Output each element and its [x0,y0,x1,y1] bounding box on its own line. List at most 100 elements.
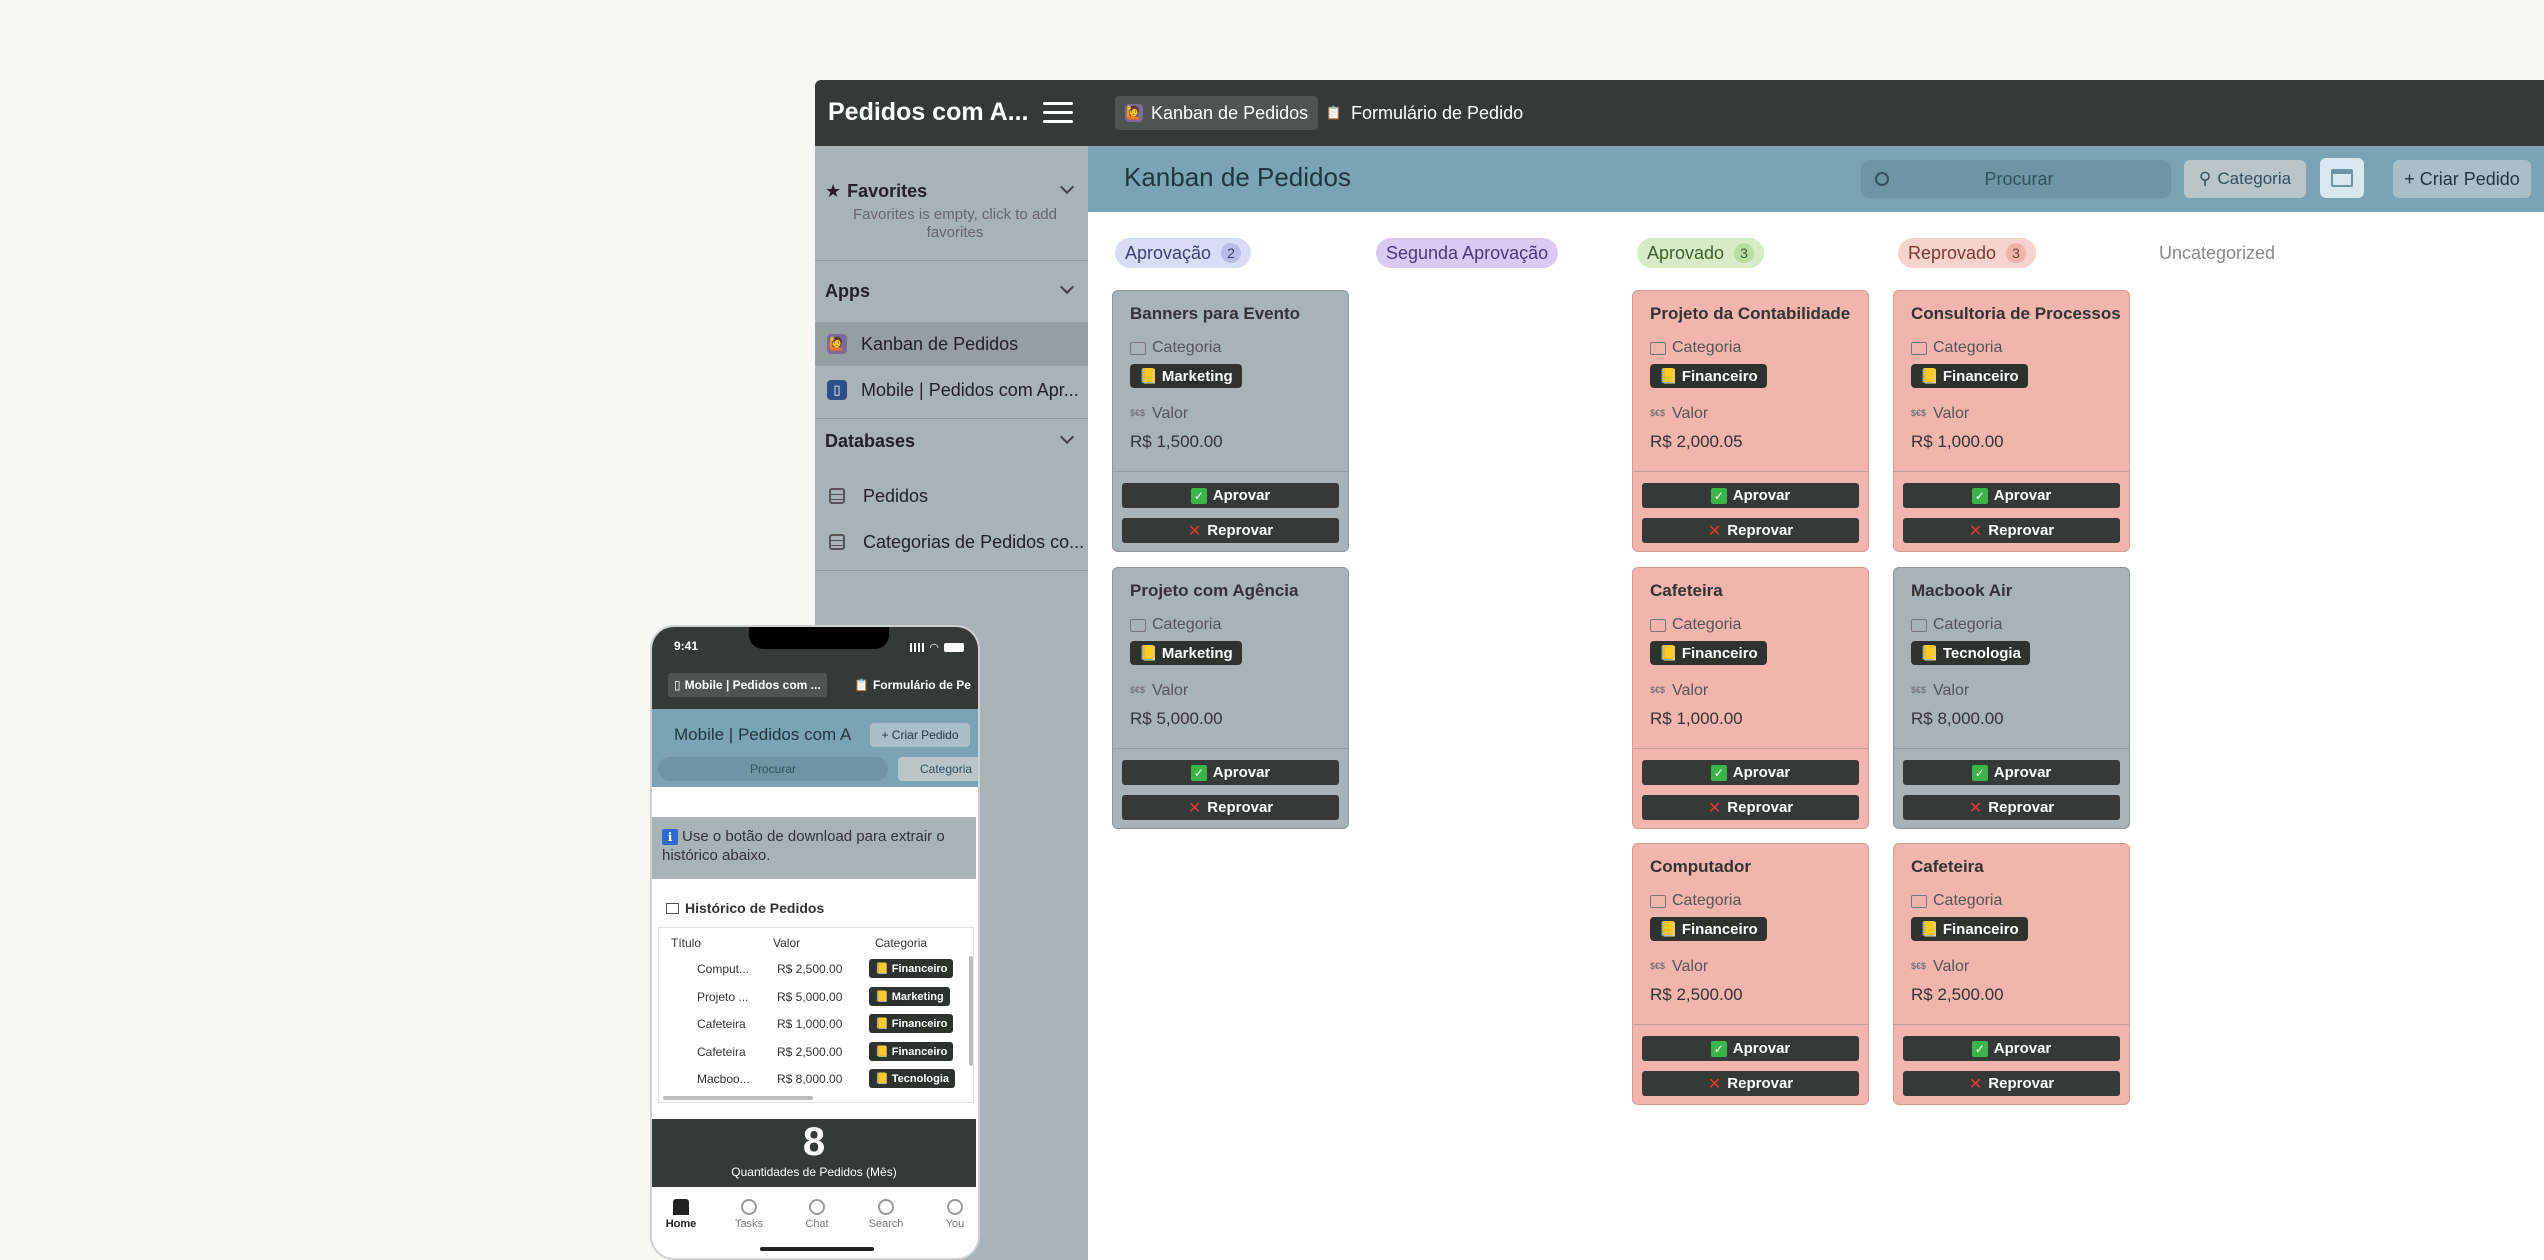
reject-button[interactable]: ✕ Reprovar [1122,518,1339,543]
approve-button[interactable]: ✓ Aprovar [1642,1036,1859,1061]
reject-button[interactable]: ✕ Reprovar [1642,518,1859,543]
chevron-down-icon[interactable] [1059,279,1075,295]
category-badge[interactable]: 📒 Tecnologia [1911,641,2030,665]
tab-formulario-de-pedido[interactable]: 📋 Formulário de Pedido [1315,96,1533,130]
card-field-label-text: Valor [1152,405,1189,422]
approve-button[interactable]: ✓ Aprovar [1122,760,1339,785]
row-title: Cafeteira [697,1017,746,1031]
vertical-scrollbar[interactable] [969,956,973,1066]
tab-label: Formulário de Pedido [1351,102,1524,123]
databases-section-header[interactable]: Databases [825,426,1078,456]
nav-item-chat[interactable]: Chat [792,1199,842,1230]
table-header[interactable]: Categoria [875,936,927,950]
kanban-card[interactable]: Banners para Evento Categoria 📒 Marketing $… [1112,290,1349,552]
sidebar-item-mobile-pedidos[interactable]: ▯ Mobile | Pedidos com Apr... [815,368,1088,412]
chevron-down-icon[interactable] [1059,429,1075,445]
card-title: Projeto com Agência [1130,581,1299,600]
reject-button[interactable]: ✕ Reprovar [1903,518,2120,543]
favorites-empty-text[interactable]: Favorites is empty, click to add favorit… [835,206,1075,242]
card-field-label: Categoria [1911,339,2002,357]
category-badge[interactable]: 📒 Financeiro [1650,641,1767,665]
phone-category-filter[interactable]: Categoria [898,757,978,781]
table-row[interactable]: Macboo... R$ 8,000.00 📒 Tecnologia [659,1066,959,1093]
search-box[interactable] [1861,160,2171,198]
table-row[interactable]: Comput... R$ 2,500.00 📒 Financeiro [659,956,959,983]
create-order-button[interactable]: + Criar Pedido [2393,160,2531,198]
tab-kanban-de-pedidos[interactable]: 🙋 Kanban de Pedidos [1115,96,1319,130]
category-badge[interactable]: 📒 Financeiro [1911,364,2028,388]
apps-section-header[interactable]: Apps [825,276,1078,306]
table-header[interactable]: Título [671,936,701,950]
divider [1894,471,2129,472]
reject-button[interactable]: ✕ Reprovar [1903,795,2120,820]
approve-button[interactable]: ✓ Aprovar [1642,483,1859,508]
approve-button[interactable]: ✓ Aprovar [1642,760,1859,785]
approve-button[interactable]: ✓ Aprovar [1903,760,2120,785]
calendar-view-button[interactable] [2320,158,2364,198]
kanban-card[interactable]: Macbook Air Categoria 📒 Tecnologia $€$ Valor… [1893,567,2130,829]
kanban-card[interactable]: Projeto com Agência Categoria 📒 Marketing $… [1112,567,1349,829]
sidebar-item-kanban-de-pedidos[interactable]: 🙋 Kanban de Pedidos [815,322,1088,366]
kanban-card[interactable]: Projeto da Contabilidade Categoria 📒 Finan… [1632,290,1869,552]
approve-button[interactable]: ✓ Aprovar [1903,1036,2120,1061]
history-table[interactable]: Título Valor Categoria Comput... R$ 2,500… [658,927,974,1103]
row-title: Comput... [697,962,750,976]
column-header-segunda-aprovacao[interactable]: Segunda Aprovação [1376,238,1559,268]
sidebar-item-pedidos[interactable]: Pedidos [815,474,1088,518]
horizontal-scrollbar[interactable] [663,1096,813,1100]
category-badge[interactable]: 📒 Financeiro [1650,364,1767,388]
category-badge[interactable]: 📒 Financeiro [1911,917,2028,941]
hamburger-menu-icon[interactable] [1043,102,1073,126]
reject-button[interactable]: ✕ Reprovar [1642,795,1859,820]
column-header-aprovacao[interactable]: Aprovação 2 [1115,238,1251,268]
sidebar-item-categorias[interactable]: Categorias de Pedidos co... [815,520,1088,564]
search-input[interactable] [1889,168,2149,190]
nav-item-you[interactable]: You [930,1199,978,1230]
card-field-label: $€$ Valor [1650,682,1708,700]
category-badge[interactable]: 📒 Marketing [1130,641,1242,665]
reject-button[interactable]: ✕ Reprovar [1122,795,1339,820]
card-title: Banners para Evento [1130,304,1301,323]
category-badge[interactable]: 📒 Financeiro [1650,917,1767,941]
phone-tab-formulario[interactable]: 📋 Formulário de Pe [848,673,977,697]
phone-create-order-button[interactable]: + Criar Pedido [870,723,970,747]
reject-button[interactable]: ✕ Reprovar [1903,1071,2120,1096]
nav-item-tasks[interactable]: Tasks [724,1199,774,1230]
column-label: Aprovação [1125,242,1212,263]
reject-label: Reprovar [1988,1075,2055,1092]
kanban-card[interactable]: Computador Categoria 📒 Financeiro $€$ Valor R… [1632,843,1869,1105]
kanban-card[interactable]: Consultoria de Processos Categoria 📒 Finan… [1893,290,2130,552]
table-header[interactable]: Valor [773,936,800,950]
card-field-label: Categoria [1130,339,1221,357]
nav-item-home[interactable]: Home [656,1199,706,1230]
column-count: 3 [1734,243,1754,263]
nav-item-search[interactable]: Search [861,1199,911,1230]
category-badge[interactable]: 📒 Marketing [1130,364,1242,388]
info-text: Use o botão de download para extrair o h… [662,828,945,864]
category-filter-button[interactable]: ⚲ Categoria [2184,160,2306,198]
column-header-uncategorized[interactable]: Uncategorized [2149,238,2285,268]
column-header-reprovado[interactable]: Reprovado 3 [1898,238,2036,268]
approve-label: Aprovar [1732,487,1791,504]
kanban-card[interactable]: Cafeteira Categoria 📒 Financeiro $€$ Valor R$… [1893,843,2130,1105]
close-icon: ✕ [1968,1075,1983,1093]
table-row[interactable]: Cafeteira R$ 1,000.00 📒 Financeiro [659,1011,959,1038]
table-row[interactable]: Projeto ... R$ 5,000.00 📒 Marketing [659,984,959,1011]
clipboard-icon: 📋 [854,678,869,692]
card-title: Macbook Air [1911,581,2013,600]
approve-button[interactable]: ✓ Aprovar [1122,483,1339,508]
table-row[interactable]: Cafeteira R$ 2,500.00 📒 Financeiro [659,1039,959,1066]
favorites-section-header[interactable]: ★ Favorites [825,176,1078,206]
phone-tab-mobile[interactable]: ▯ Mobile | Pedidos com ... [668,673,827,697]
app-title[interactable]: Pedidos com A... [828,98,1028,127]
mobile-phone-icon: ▯ [827,380,847,400]
category-badge: 📒 Marketing [869,986,950,1006]
card-value: R$ 1,000.00 [1911,432,2004,451]
reject-button[interactable]: ✕ Reprovar [1642,1071,1859,1096]
column-header-aprovado[interactable]: Aprovado 3 [1637,238,1764,268]
phone-search-input[interactable]: Procurar [658,757,888,781]
chevron-down-icon[interactable] [1059,179,1075,195]
approve-button[interactable]: ✓ Aprovar [1903,483,2120,508]
reject-label: Reprovar [1988,799,2055,816]
kanban-card[interactable]: Cafeteira Categoria 📒 Financeiro $€$ Valor R$… [1632,567,1869,829]
